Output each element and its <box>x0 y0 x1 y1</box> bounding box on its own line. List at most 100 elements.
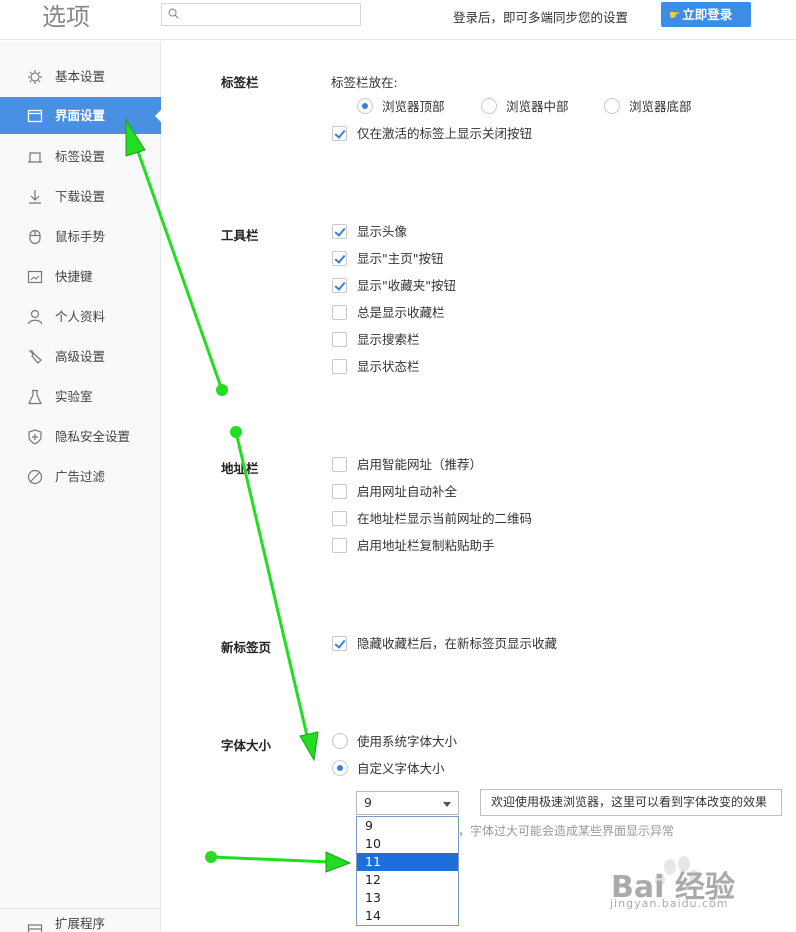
checkbox[interactable] <box>332 359 347 374</box>
checkbox[interactable] <box>332 636 347 651</box>
sidebar-item-label: 标签设置 <box>55 149 106 164</box>
search-input[interactable] <box>184 5 354 24</box>
sidebar-footer: 扩展程序 <box>0 908 161 932</box>
block-icon <box>27 469 43 485</box>
select-value: 9 <box>364 795 372 810</box>
checkbox[interactable] <box>332 538 347 553</box>
sidebar-item-tabs[interactable]: 标签设置 <box>0 138 161 175</box>
download-icon <box>29 190 41 204</box>
radio-button[interactable] <box>481 98 497 114</box>
header: 选项 登录后，即可多端同步您的设置 ☛ 立即登录 <box>0 0 796 40</box>
sidebar-item-label: 隐私安全设置 <box>55 429 131 444</box>
font-size-dropdown: 9 10 11 12 13 14 <box>356 816 459 926</box>
font-preview-box: 欢迎使用极速浏览器，这里可以看到字体改变的效果 <box>480 789 782 816</box>
checkbox-label: 显示头像 <box>357 224 408 239</box>
sidebar-item-lab[interactable]: 实验室 <box>0 378 161 415</box>
sidebar-item-label: 扩展程序 <box>55 916 106 931</box>
sidebar-item-adblock[interactable]: 广告过滤 <box>0 458 161 495</box>
section-fontsize-label: 字体大小 <box>221 738 272 753</box>
sidebar-item-label: 界面设置 <box>55 108 106 123</box>
dropdown-option[interactable]: 13 <box>357 889 458 907</box>
checkbox[interactable] <box>332 224 347 239</box>
search-box[interactable] <box>161 3 361 26</box>
section-newtab-label: 新标签页 <box>221 640 272 655</box>
checkbox[interactable] <box>332 457 347 472</box>
chevron-down-icon <box>443 802 451 807</box>
sidebar-item-label: 广告过滤 <box>55 469 106 484</box>
radio-label: 浏览器顶部 <box>382 99 445 114</box>
options-page: 选项 登录后，即可多端同步您的设置 ☛立即登录 基本设置 界面设置 标签设置 <box>0 0 796 932</box>
sidebar-item-label: 鼠标手势 <box>55 229 106 244</box>
sidebar-item-label: 个人资料 <box>55 309 106 324</box>
radio-button[interactable] <box>357 98 373 114</box>
sidebar-item-profile[interactable]: 个人资料 <box>0 298 161 335</box>
checkbox-label: 启用网址自动补全 <box>357 484 458 499</box>
radio-button[interactable] <box>332 760 348 776</box>
checkbox-label: 在地址栏显示当前网址的二维码 <box>357 511 533 526</box>
checkbox[interactable] <box>332 126 347 141</box>
checkbox-label: 隐藏收藏栏后，在新标签页显示收藏 <box>357 636 558 651</box>
checkbox-label: 显示状态栏 <box>357 359 420 374</box>
sidebar-item-extensions[interactable]: 扩展程序 <box>0 909 161 932</box>
checkbox-label: 显示"主页"按钮 <box>357 251 444 266</box>
checkbox-label: 显示搜索栏 <box>357 332 420 347</box>
section-addressbar-label: 地址栏 <box>221 461 259 476</box>
checkbox[interactable] <box>332 332 347 347</box>
mouse-icon <box>29 229 41 245</box>
dropdown-option[interactable]: 14 <box>357 907 458 925</box>
sidebar-item-interface[interactable]: 界面设置 <box>0 97 162 134</box>
watermark-url: jingyan.baidu.com <box>610 897 729 910</box>
dropdown-option[interactable]: 12 <box>357 871 458 889</box>
checkbox[interactable] <box>332 278 347 293</box>
font-size-hint: ，字体过大可能会造成某些界面显示异常 <box>458 824 675 838</box>
checkbox-label: 仅在激活的标签上显示关闭按钮 <box>357 126 533 141</box>
sidebar: 基本设置 界面设置 标签设置 下载设置 鼠标手势 快捷键 个人资料 高级设置 实… <box>0 41 162 932</box>
user-icon <box>27 309 43 325</box>
sidebar-item-advanced[interactable]: 高级设置 <box>0 338 161 375</box>
dropdown-option-selected[interactable]: 11 <box>357 853 458 871</box>
checkbox-label: 显示"收藏夹"按钮 <box>357 278 456 293</box>
sidebar-item-label: 下载设置 <box>55 189 106 204</box>
dropdown-option[interactable]: 9 <box>357 817 458 835</box>
checkbox-label: 总是显示收藏栏 <box>357 305 445 320</box>
checkbox-label: 启用地址栏复制粘贴助手 <box>357 538 495 553</box>
radio-button[interactable] <box>604 98 620 114</box>
login-button-label: 立即登录 <box>682 7 733 22</box>
radio-button[interactable] <box>332 733 348 749</box>
page-title: 选项 <box>42 3 90 31</box>
extension-icon <box>27 924 43 932</box>
sidebar-item-label: 实验室 <box>55 389 93 404</box>
sidebar-item-mouse[interactable]: 鼠标手势 <box>0 218 161 255</box>
sidebar-item-label: 快捷键 <box>55 269 93 284</box>
sidebar-item-shortcut[interactable]: 快捷键 <box>0 258 161 295</box>
gear-icon <box>28 70 42 84</box>
sidebar-item-privacy[interactable]: 隐私安全设置 <box>0 418 161 455</box>
checkbox[interactable] <box>332 511 347 526</box>
sidebar-item-label: 基本设置 <box>55 69 106 84</box>
dropdown-option[interactable]: 10 <box>357 835 458 853</box>
checkbox[interactable] <box>332 484 347 499</box>
tabbar-position-label: 标签栏放在: <box>331 75 398 90</box>
tab-icon <box>28 152 42 163</box>
font-size-select[interactable]: 9 <box>356 791 459 815</box>
window-icon <box>27 109 43 123</box>
sidebar-item-basic[interactable]: 基本设置 <box>0 58 161 95</box>
tool-icon <box>28 350 42 364</box>
radio-label: 浏览器底部 <box>629 99 692 114</box>
pointing-hand-icon: ☛ <box>669 7 681 22</box>
keyboard-icon <box>27 270 43 284</box>
section-tabbar-label: 标签栏 <box>221 75 259 90</box>
arrow-to-option-11 <box>205 851 352 873</box>
radio-label: 自定义字体大小 <box>357 761 445 776</box>
sidebar-item-label: 高级设置 <box>55 349 106 364</box>
shield-icon <box>28 429 42 445</box>
checkbox-label: 启用智能网址（推荐） <box>357 457 483 472</box>
checkbox[interactable] <box>332 305 347 320</box>
flask-icon <box>28 389 42 405</box>
login-hint: 登录后，即可多端同步您的设置 <box>453 10 629 25</box>
radio-label: 使用系统字体大小 <box>357 734 458 749</box>
search-icon <box>168 8 179 19</box>
login-button[interactable]: ☛ 立即登录 <box>661 2 751 27</box>
checkbox[interactable] <box>332 251 347 266</box>
sidebar-item-download[interactable]: 下载设置 <box>0 178 161 215</box>
